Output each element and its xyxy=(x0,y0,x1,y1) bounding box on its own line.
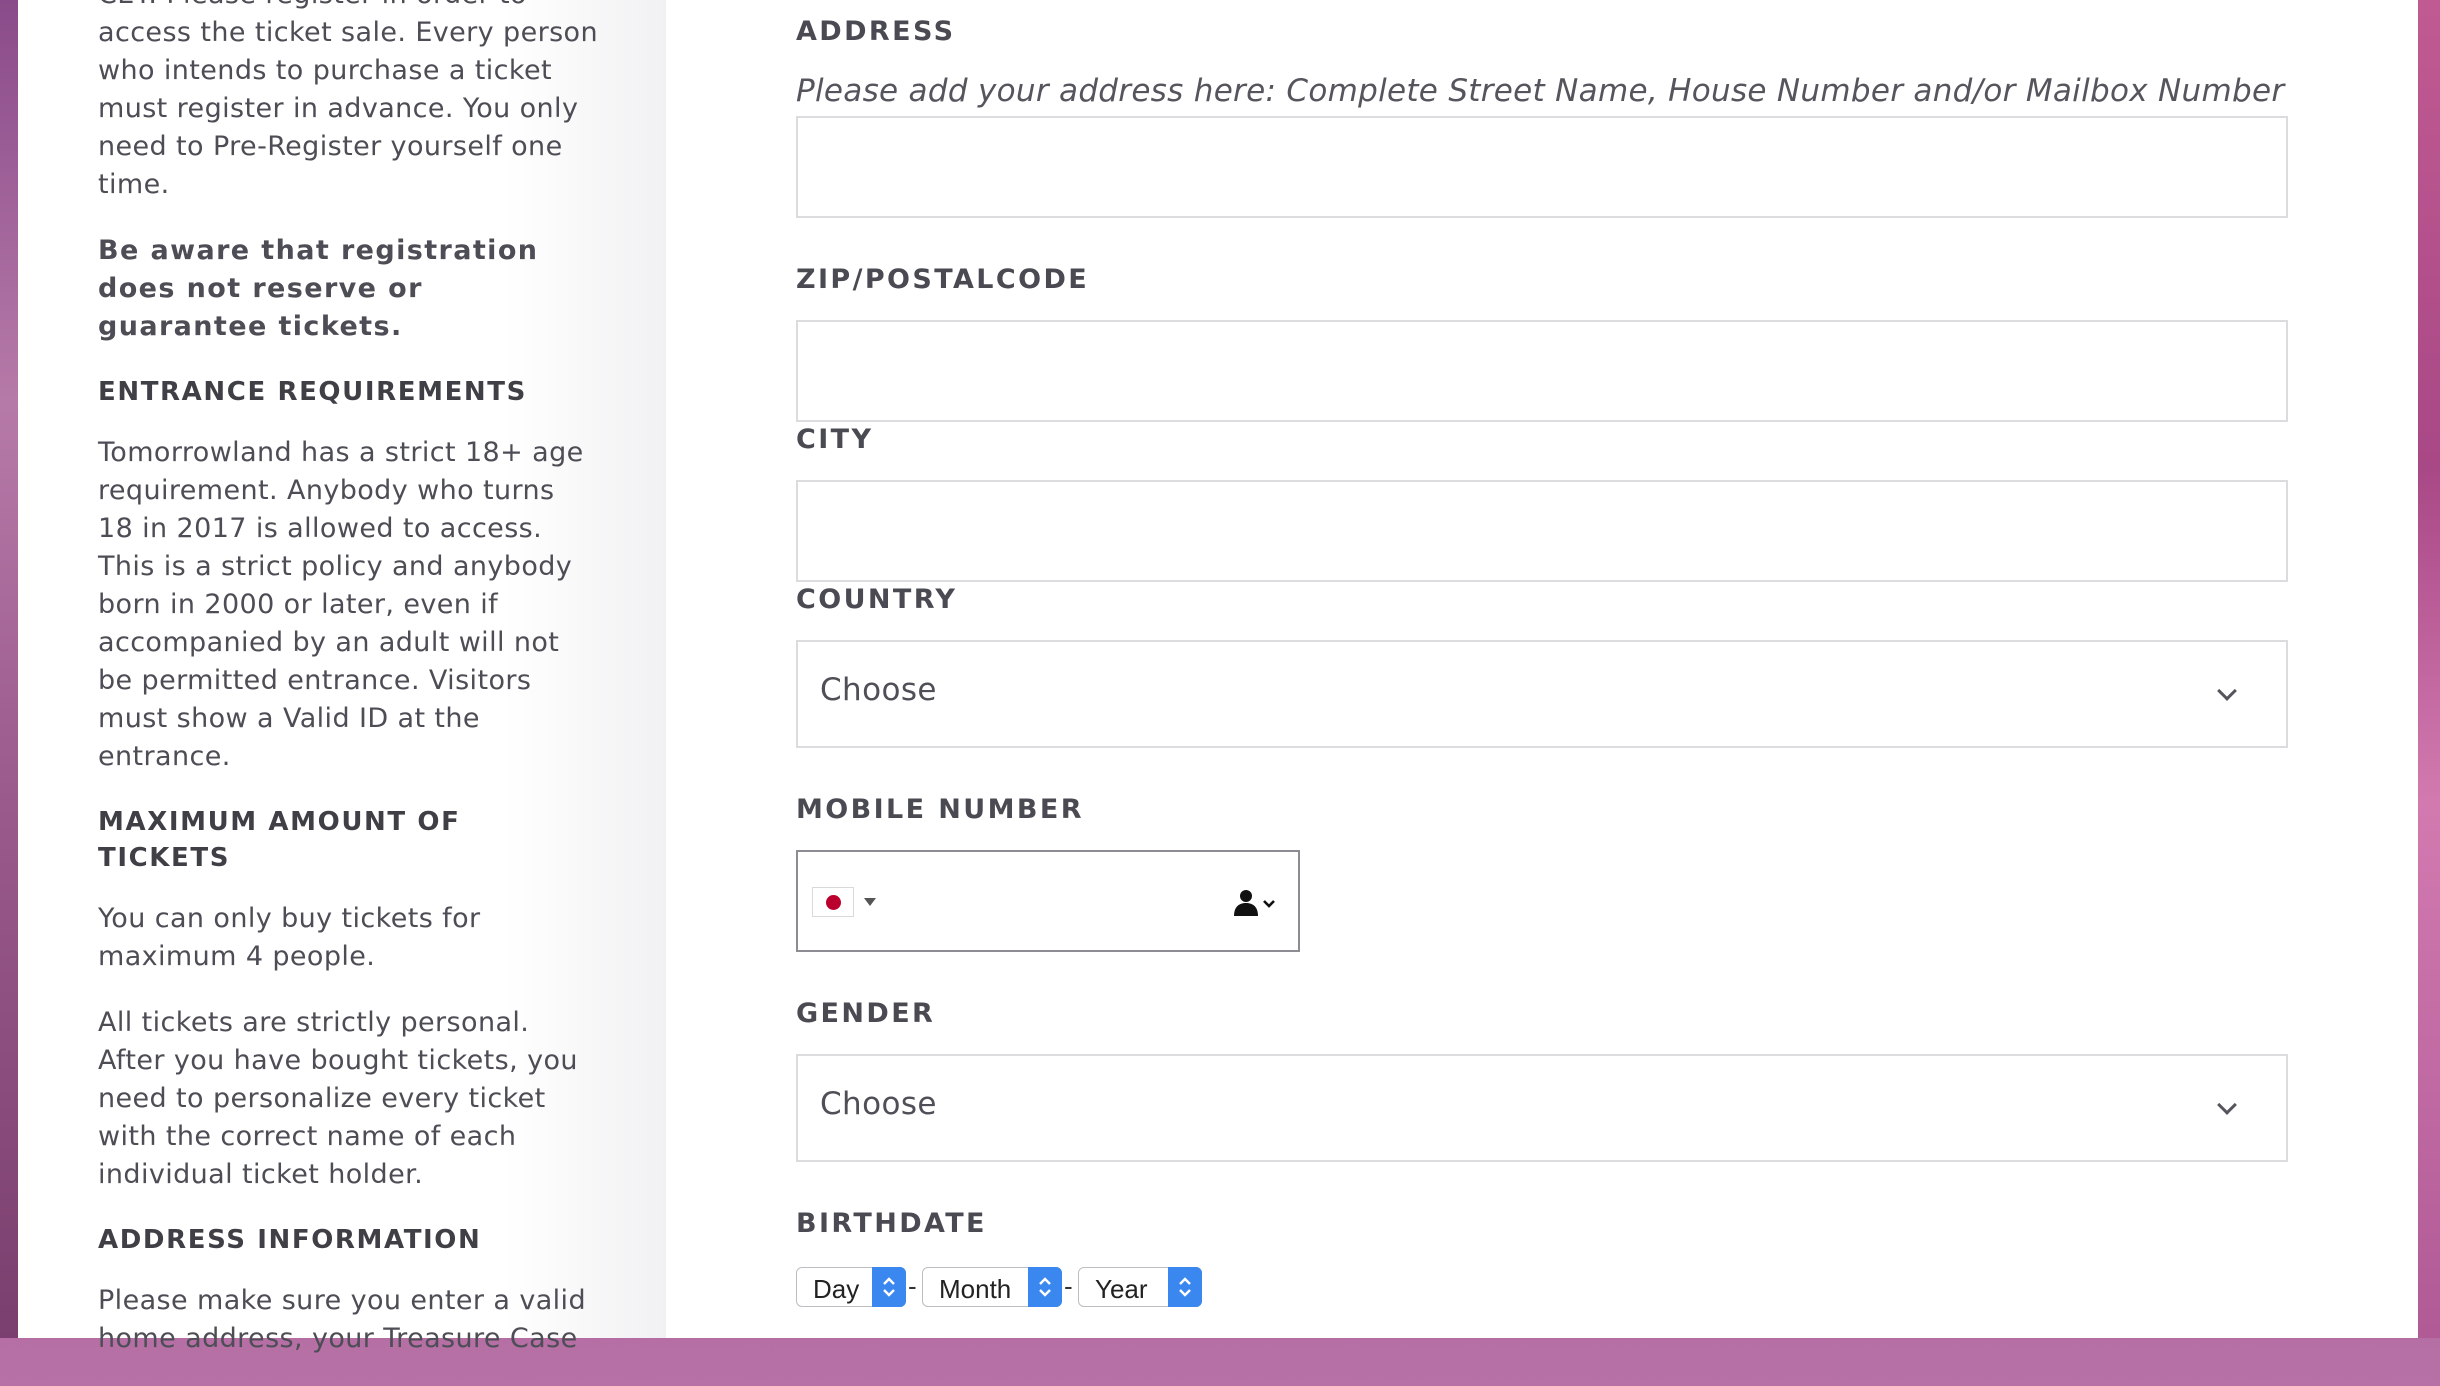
birthdate-separator: - xyxy=(908,1271,917,1301)
birthdate-day-select[interactable]: Day xyxy=(796,1267,906,1307)
address-information-heading: ADDRESS INFORMATION xyxy=(98,1225,482,1255)
max-tickets-heading: MAXIMUM AMOUNT OF TICKETS xyxy=(98,807,461,873)
birthdate-selects: Day - Month - Year xyxy=(796,1267,1256,1307)
birthdate-month-select[interactable]: Month xyxy=(922,1267,1062,1307)
birthdate-month-value: Month xyxy=(939,1274,1012,1304)
birthdate-separator: - xyxy=(1064,1271,1073,1301)
birthdate-year-value: Year xyxy=(1095,1274,1148,1304)
gender-selected-value: Choose xyxy=(820,1086,937,1122)
personal-tickets-text: All tickets are strictly personal. After… xyxy=(98,1007,578,1190)
address-hint: Please add your address here: Complete S… xyxy=(796,73,2285,109)
stepper-icon xyxy=(1028,1267,1062,1307)
country-code-caret-icon[interactable] xyxy=(864,898,876,906)
address-information-text: Please make sure you enter a valid home … xyxy=(98,1285,586,1354)
gender-label: GENDER xyxy=(796,998,936,1029)
stepper-icon xyxy=(1168,1267,1202,1307)
birthdate-label: BIRTHDATE xyxy=(796,1208,987,1239)
address-label: ADDRESS xyxy=(796,16,956,47)
contact-person-icon[interactable] xyxy=(1232,889,1278,917)
japan-flag-icon[interactable] xyxy=(812,887,854,917)
sidebar-warning-text: Be aware that registration does not rese… xyxy=(98,235,539,342)
mobile-label: MOBILE NUMBER xyxy=(796,794,1084,825)
country-selected-value: Choose xyxy=(820,672,937,708)
birthdate-day-value: Day xyxy=(813,1274,860,1304)
country-select[interactable]: Choose xyxy=(796,640,2288,748)
country-label: COUNTRY xyxy=(796,584,958,615)
sidebar-intro-text: CET. Please register in order to access … xyxy=(98,0,598,200)
zip-label: ZIP/POSTALCODE xyxy=(796,264,1090,295)
info-sidebar: CET. Please register in order to access … xyxy=(18,0,666,1354)
sidebar-content: CET. Please register in order to access … xyxy=(98,0,598,1386)
background-festival-left xyxy=(0,0,18,1338)
birthdate-year-select[interactable]: Year xyxy=(1078,1267,1202,1307)
registration-form: ADDRESS Please add your address here: Co… xyxy=(666,0,2418,1338)
background-festival-right xyxy=(2418,0,2440,1338)
entrance-requirements-heading: ENTRANCE REQUIREMENTS xyxy=(98,377,527,407)
chevron-down-icon xyxy=(2217,681,2237,701)
gender-select[interactable]: Choose xyxy=(796,1054,2288,1162)
entrance-requirements-text: Tomorrowland has a strict 18+ age requir… xyxy=(98,437,584,772)
max-tickets-text: You can only buy tickets for maximum 4 p… xyxy=(98,903,481,972)
zip-input[interactable] xyxy=(796,320,2288,422)
chevron-down-icon xyxy=(2217,1095,2237,1115)
city-input[interactable] xyxy=(796,480,2288,582)
stepper-icon xyxy=(872,1267,906,1307)
address-input[interactable] xyxy=(796,116,2288,218)
flag-red-circle xyxy=(826,895,841,910)
city-label: CITY xyxy=(796,424,874,455)
mobile-number-input[interactable] xyxy=(796,850,1300,952)
